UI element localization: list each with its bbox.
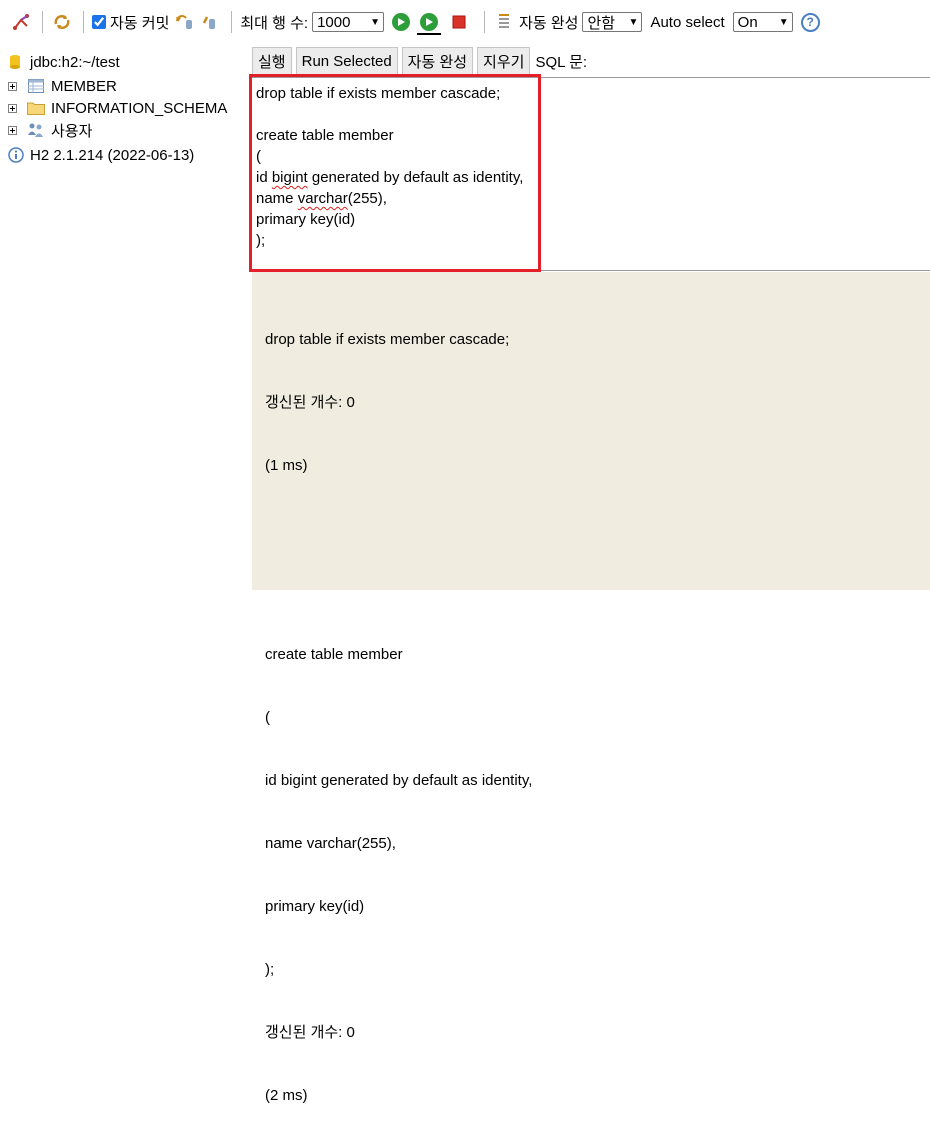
auto-select-select[interactable]: On ▼	[732, 12, 793, 32]
run-icon[interactable]	[392, 13, 411, 31]
max-rows-value: 1000	[317, 13, 351, 31]
tree-item-member[interactable]: MEMBER	[8, 76, 117, 96]
result-line: 갱신된 개수: 0	[265, 1024, 355, 1041]
auto-select-label: Auto select	[650, 13, 725, 31]
auto-select-value: On	[737, 13, 758, 31]
database-icon	[8, 54, 22, 70]
result-line: ​	[265, 581, 532, 602]
result-line: name varchar(255),	[265, 835, 396, 852]
editor-line: id bigint generated by default as identi…	[256, 167, 523, 188]
version-label: H2 2.1.214 (2022-06-13)	[30, 146, 195, 164]
autocomplete-icon	[493, 11, 515, 33]
run-button[interactable]: 실행	[252, 47, 292, 75]
schema-tree: jdbc:h2:~/test MEMBER INFORMATION_SCHEMA…	[0, 44, 250, 590]
clear-button[interactable]: 지우기	[477, 47, 531, 75]
tree-item-label: INFORMATION_SCHEMA	[51, 99, 228, 117]
autocomplete-select[interactable]: 안함 ▼	[582, 12, 643, 32]
editor-line: ​	[256, 104, 523, 125]
result-line: drop table if exists member cascade;	[265, 331, 510, 348]
result-line: primary key(id)	[265, 898, 365, 915]
disconnect-icon[interactable]	[10, 11, 32, 33]
chevron-down-icon: ▼	[628, 16, 639, 28]
editor-line-squiggled: id bigint generated by default as identi…	[256, 169, 524, 186]
editor-line: );	[256, 232, 266, 249]
chevron-down-icon: ▼	[370, 16, 381, 28]
connection-label: jdbc:h2:~/test	[30, 53, 120, 71]
toolbar-separator	[484, 11, 486, 33]
commit-icon[interactable]	[199, 11, 221, 33]
chevron-down-icon: ▼	[778, 16, 789, 28]
sql-statement-label: SQL 문:	[535, 53, 588, 71]
tree-version: H2 2.1.214 (2022-06-13)	[8, 145, 194, 165]
sql-button-row: 실행 Run Selected 자동 완성 지우기 SQL 문:	[252, 46, 587, 76]
toolbar-separator	[231, 11, 233, 33]
result-line: ​	[265, 518, 532, 539]
help-icon[interactable]: ?	[800, 12, 820, 32]
folder-icon	[27, 100, 45, 116]
autocomplete-value: 안함	[587, 14, 616, 32]
autocommit-label: 자동 커밋	[110, 14, 170, 32]
editor-line: primary key(id)	[256, 211, 356, 228]
expand-icon[interactable]	[8, 81, 17, 91]
autocomplete-label: 자동 완성	[519, 14, 579, 32]
info-icon	[8, 147, 24, 163]
result-line: 갱신된 개수: 0	[265, 394, 355, 411]
result-line: id bigint generated by default as identi…	[265, 772, 533, 789]
users-icon	[27, 122, 45, 138]
result-line: (1 ms)	[265, 457, 308, 474]
tree-item-label: 사용자	[51, 122, 93, 140]
tree-item-users[interactable]: 사용자	[8, 120, 92, 140]
help-glyph: ?	[806, 15, 814, 29]
rollback-icon[interactable]	[173, 11, 195, 33]
result-panel: drop table if exists member cascade; 갱신된…	[252, 272, 930, 1104]
editor-line: create table member	[256, 127, 394, 144]
result-text: drop table if exists member cascade; 갱신된…	[265, 287, 532, 1148]
sql-editor[interactable]: drop table if exists member cascade; ​ cre…	[250, 77, 930, 271]
sql-editor-text[interactable]: drop table if exists member cascade; ​ cre…	[256, 83, 523, 251]
toolbar-separator	[42, 11, 43, 33]
editor-line: (	[256, 148, 261, 165]
tree-connection[interactable]: jdbc:h2:~/test	[8, 52, 120, 72]
spellcheck-word: varchar	[297, 190, 348, 207]
stop-icon[interactable]	[448, 11, 470, 33]
expand-icon[interactable]	[8, 125, 17, 135]
autocomplete-button[interactable]: 자동 완성	[401, 47, 474, 75]
expand-icon[interactable]	[8, 103, 17, 113]
table-icon	[27, 78, 45, 94]
autocommit-checkbox[interactable]	[92, 15, 106, 29]
result-line: (	[265, 709, 270, 726]
result-line: create table member	[265, 646, 403, 663]
refresh-icon[interactable]	[51, 11, 73, 33]
max-rows-label: 최대 행 수:	[240, 14, 309, 32]
editor-line: drop table if exists member cascade;	[256, 85, 501, 102]
tree-item-label: MEMBER	[51, 77, 117, 95]
tree-item-information-schema[interactable]: INFORMATION_SCHEMA	[8, 98, 227, 118]
toolbar-separator	[83, 11, 84, 33]
editor-line: name varchar(255),	[256, 190, 387, 207]
max-rows-select[interactable]: 1000 ▼	[312, 12, 385, 32]
run-selected-button[interactable]: Run Selected	[295, 47, 398, 75]
result-line: (2 ms)	[265, 1087, 308, 1104]
result-line: );	[265, 961, 275, 978]
spellcheck-word: bigint	[271, 169, 308, 186]
toolbar: 자동 커밋 최대 행 수: 1000 ▼ 자동 완성 안함 ▼ Auto sel…	[0, 0, 930, 44]
run-selected-icon[interactable]	[417, 13, 442, 35]
